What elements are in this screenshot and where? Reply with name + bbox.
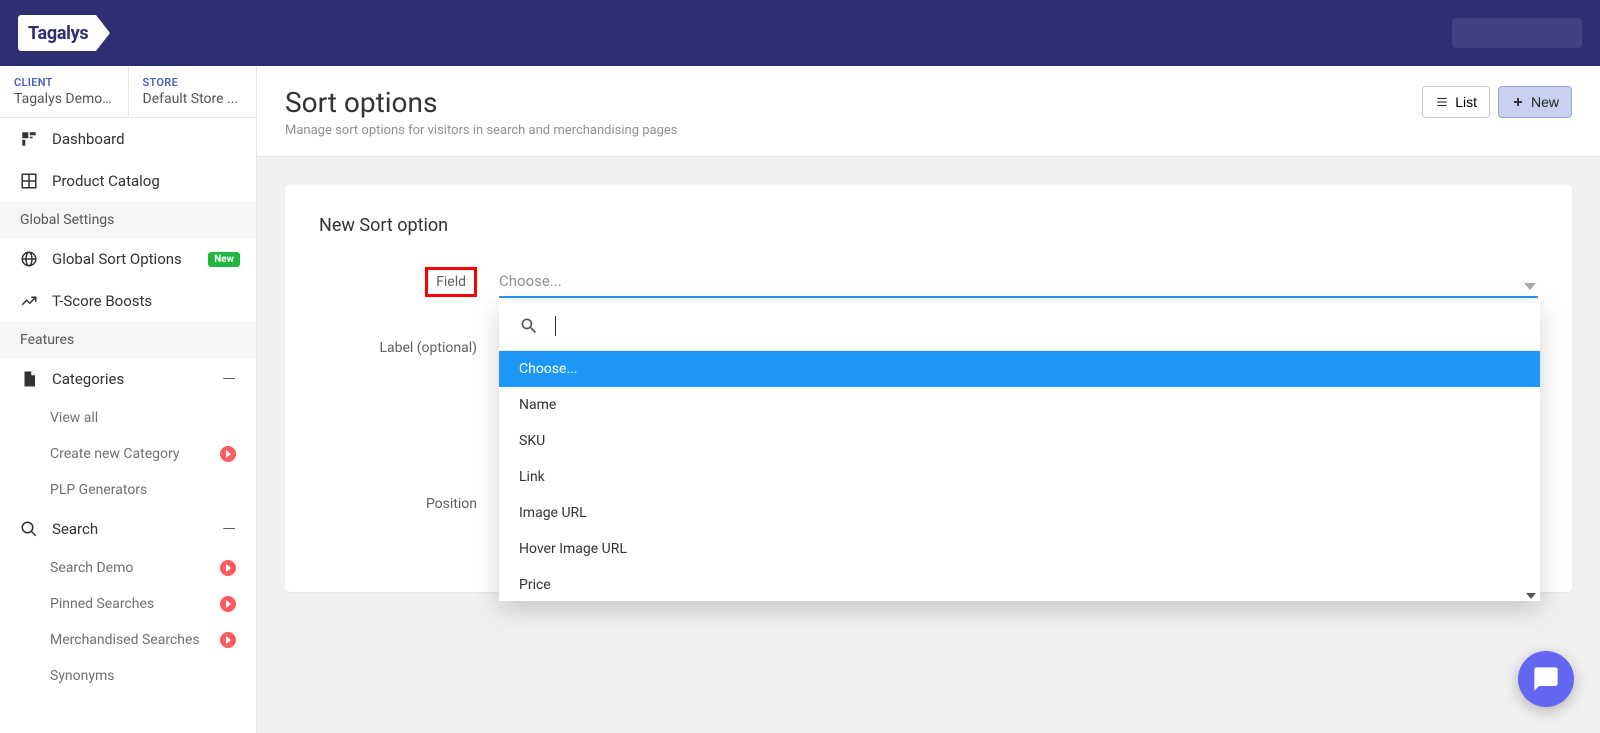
collapse-icon: —	[222, 519, 236, 540]
client-selector[interactable]: CLIENT Tagalys Demo ...	[0, 66, 129, 117]
nav-create-category[interactable]: Create new Category	[0, 436, 256, 472]
play-icon[interactable]	[220, 560, 236, 576]
button-label: List	[1455, 94, 1477, 110]
nav-merchandised-searches[interactable]: Merchandised Searches	[0, 622, 256, 658]
dashboard-icon	[20, 130, 38, 148]
nav-global-sort-options[interactable]: Global Sort Options New	[0, 238, 256, 280]
nav-tscore-boosts[interactable]: T-Score Boosts	[0, 280, 256, 322]
dropdown-option-sku[interactable]: SKU	[499, 423, 1540, 459]
nav-label: Merchandised Searches	[50, 632, 200, 648]
top-bar: Tagalys	[0, 0, 1600, 66]
sidebar-nav: Dashboard Product Catalog Global Setting…	[0, 118, 256, 733]
file-icon	[20, 370, 38, 388]
nav-view-all[interactable]: View all	[0, 400, 256, 436]
plus-icon	[1511, 95, 1525, 109]
nav-label: Synonyms	[50, 668, 115, 684]
section-features: Features	[0, 322, 256, 358]
nav-label: Search	[52, 520, 98, 538]
collapse-icon: —	[222, 369, 236, 390]
list-icon	[1435, 95, 1449, 109]
store-value: Default Store ...	[143, 91, 243, 107]
context-selector: CLIENT Tagalys Demo ... STORE Default St…	[0, 66, 256, 118]
main-content: Sort options Manage sort options for vis…	[257, 66, 1600, 733]
page-subtitle: Manage sort options for visitors in sear…	[285, 123, 678, 138]
play-icon[interactable]	[220, 446, 236, 462]
account-area[interactable]	[1452, 18, 1582, 48]
store-selector[interactable]: STORE Default Store ...	[129, 66, 257, 117]
nav-label: Categories	[52, 370, 124, 388]
nav-synonyms[interactable]: Synonyms	[0, 658, 256, 694]
nav-categories[interactable]: Categories —	[0, 358, 256, 400]
nav-label: PLP Generators	[50, 482, 147, 498]
globe-icon	[20, 250, 38, 268]
search-icon	[20, 520, 38, 538]
nav-search-demo[interactable]: Search Demo	[0, 550, 256, 586]
client-value: Tagalys Demo ...	[14, 91, 114, 107]
dropdown-option-price[interactable]: Price	[499, 567, 1540, 601]
label-field-label: Label (optional)	[319, 340, 499, 356]
card-title: New Sort option	[319, 215, 1538, 236]
page-header: Sort options Manage sort options for vis…	[257, 66, 1600, 157]
field-label: Field	[436, 274, 466, 290]
nav-product-catalog[interactable]: Product Catalog	[0, 160, 256, 202]
sidebar: CLIENT Tagalys Demo ... STORE Default St…	[0, 66, 257, 733]
chevron-down-icon	[1526, 593, 1536, 599]
grid-icon	[20, 172, 38, 190]
play-icon[interactable]	[220, 596, 236, 612]
dropdown-list: Choose... Name SKU Link Image URL Hover …	[499, 351, 1540, 601]
page-title: Sort options	[285, 86, 678, 119]
dropdown-option-name[interactable]: Name	[499, 387, 1540, 423]
section-global-settings: Global Settings	[0, 202, 256, 238]
field-dropdown: Choose... Name SKU Link Image URL Hover …	[499, 302, 1540, 601]
chat-widget-button[interactable]	[1518, 651, 1574, 707]
nav-dashboard[interactable]: Dashboard	[0, 118, 256, 160]
nav-search[interactable]: Search —	[0, 508, 256, 550]
new-sort-option-card: New Sort option Field Choose...	[285, 185, 1572, 592]
dropdown-search[interactable]	[499, 302, 1540, 351]
chevron-down-icon	[1524, 283, 1536, 290]
dropdown-option-image-url[interactable]: Image URL	[499, 495, 1540, 531]
dropdown-option-hover-image-url[interactable]: Hover Image URL	[499, 531, 1540, 567]
play-icon[interactable]	[220, 632, 236, 648]
search-icon	[519, 316, 539, 336]
nav-label: Search Demo	[50, 560, 133, 576]
position-label: Position	[319, 496, 499, 512]
new-badge: New	[208, 252, 240, 267]
trend-icon	[20, 292, 38, 310]
button-label: New	[1531, 94, 1559, 110]
brand-text: Tagalys	[28, 23, 88, 44]
dropdown-option-choose[interactable]: Choose...	[499, 351, 1540, 387]
nav-label: Pinned Searches	[50, 596, 154, 612]
nav-pinned-searches[interactable]: Pinned Searches	[0, 586, 256, 622]
store-label: STORE	[143, 76, 243, 89]
nav-label: Product Catalog	[52, 172, 160, 190]
select-value: Choose...	[499, 272, 562, 290]
nav-label: View all	[50, 410, 98, 426]
nav-label: Dashboard	[52, 130, 125, 148]
nav-label: T-Score Boosts	[52, 292, 152, 310]
field-select[interactable]: Choose...	[499, 266, 1538, 298]
nav-label: Global Sort Options	[52, 250, 182, 268]
nav-plp-generators[interactable]: PLP Generators	[0, 472, 256, 508]
dropdown-option-link[interactable]: Link	[499, 459, 1540, 495]
list-button[interactable]: List	[1422, 86, 1490, 118]
client-label: CLIENT	[14, 76, 114, 89]
field-label-wrap: Field	[319, 267, 499, 297]
new-button[interactable]: New	[1498, 86, 1572, 118]
nav-label: Create new Category	[50, 446, 179, 462]
field-label-highlight: Field	[425, 267, 477, 297]
brand-logo[interactable]: Tagalys	[18, 15, 96, 51]
chat-icon	[1532, 665, 1560, 693]
